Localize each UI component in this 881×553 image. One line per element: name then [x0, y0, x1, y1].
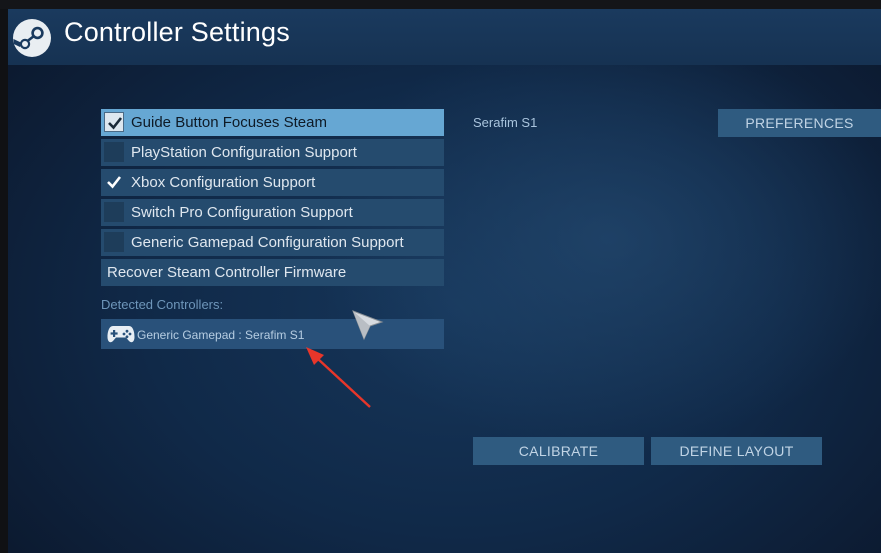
- option-label: PlayStation Configuration Support: [131, 144, 357, 161]
- detected-controller-row[interactable]: Generic Gamepad : Serafim S1: [101, 319, 444, 349]
- checkbox-generic-gamepad[interactable]: [104, 232, 124, 252]
- header: Controller Settings: [8, 9, 881, 65]
- annotation-arrow-icon: [298, 339, 378, 415]
- gamepad-icon: [107, 323, 135, 348]
- option-label: Xbox Configuration Support: [131, 174, 316, 191]
- recover-firmware-button[interactable]: Recover Steam Controller Firmware: [101, 259, 444, 286]
- preferences-button[interactable]: PREFERENCES: [718, 109, 881, 137]
- checkbox-switch-pro[interactable]: [104, 202, 124, 222]
- option-label: Switch Pro Configuration Support: [131, 204, 353, 221]
- recover-firmware-label: Recover Steam Controller Firmware: [107, 264, 347, 281]
- option-label: Generic Gamepad Configuration Support: [131, 234, 404, 251]
- detected-controller-name: Generic Gamepad : Serafim S1: [137, 328, 305, 342]
- define-layout-button[interactable]: DEFINE LAYOUT: [651, 437, 822, 465]
- controller-settings-window: Controller Settings Guide Button Focuses…: [8, 9, 881, 553]
- option-label: Guide Button Focuses Steam: [131, 114, 327, 131]
- option-playstation-support[interactable]: PlayStation Configuration Support: [101, 139, 444, 166]
- detected-controllers-label: Detected Controllers:: [101, 297, 224, 312]
- checkbox-xbox[interactable]: [104, 172, 124, 192]
- option-switch-pro-support[interactable]: Switch Pro Configuration Support: [101, 199, 444, 226]
- page-title: Controller Settings: [64, 17, 290, 47]
- selected-controller-name: Serafim S1: [473, 115, 538, 130]
- window-top-bar: [0, 0, 881, 9]
- window-left-strip: [0, 9, 8, 553]
- checkmark-icon: [108, 117, 123, 130]
- steam-logo-icon: [12, 18, 52, 58]
- option-guide-button-focuses-steam[interactable]: Guide Button Focuses Steam: [101, 109, 444, 136]
- option-generic-gamepad-support[interactable]: Generic Gamepad Configuration Support: [101, 229, 444, 256]
- checkmark-icon: [107, 176, 122, 189]
- checkbox-playstation[interactable]: [104, 142, 124, 162]
- option-xbox-support[interactable]: Xbox Configuration Support: [101, 169, 444, 196]
- calibrate-button[interactable]: CALIBRATE: [473, 437, 644, 465]
- checkbox-guide-button[interactable]: [104, 112, 124, 132]
